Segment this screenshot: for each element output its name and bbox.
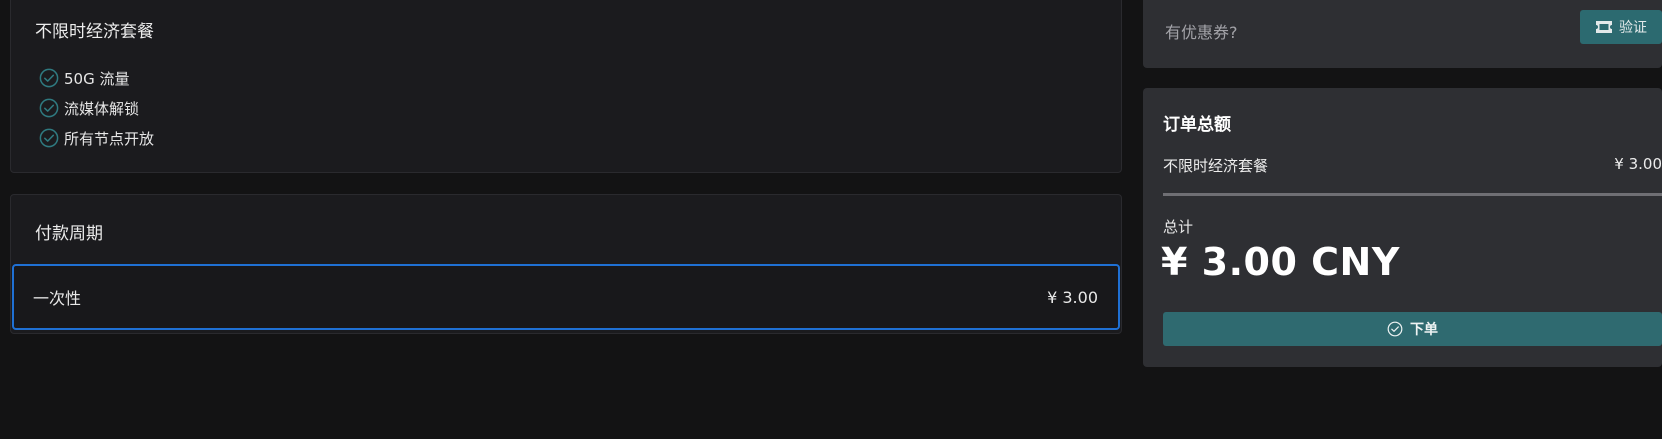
summary-item-name: 不限时经济套餐 xyxy=(1163,157,1269,175)
plan-title: 不限时经济套餐 xyxy=(35,22,154,42)
period-option-label: 一次性 xyxy=(33,289,82,308)
plan-card: 不限时经济套餐 50G 流量 流媒体解锁 所有节点开放 xyxy=(10,0,1122,173)
coupon-card: 验证 xyxy=(1143,0,1662,68)
order-summary-card: 订单总额 不限时经济套餐 ¥ 3.00 总计 ¥ 3.00 CNY 下单 xyxy=(1143,88,1662,367)
feature-item: 所有节点开放 xyxy=(39,123,154,153)
order-summary-title: 订单总额 xyxy=(1163,115,1231,135)
place-order-label: 下单 xyxy=(1410,322,1438,338)
total-label: 总计 xyxy=(1163,218,1194,236)
coupon-input[interactable] xyxy=(1163,16,1547,48)
verify-button[interactable]: 验证 xyxy=(1580,10,1662,44)
period-option-one-time[interactable]: 一次性 ¥ 3.00 xyxy=(12,264,1120,330)
feature-list: 50G 流量 流媒体解锁 所有节点开放 xyxy=(39,63,154,153)
summary-item-price: ¥ 3.00 xyxy=(1614,155,1662,173)
verify-button-label: 验证 xyxy=(1619,20,1647,36)
feature-item: 流媒体解锁 xyxy=(39,93,154,123)
summary-line-item: 不限时经济套餐 ¥ 3.00 xyxy=(1163,155,1662,176)
payment-period-title: 付款周期 xyxy=(35,224,103,244)
feature-label: 所有节点开放 xyxy=(64,129,155,148)
feature-label: 50G 流量 xyxy=(64,69,130,88)
summary-divider xyxy=(1163,193,1662,196)
period-option-price: ¥ 3.00 xyxy=(1047,287,1098,307)
ticket-icon xyxy=(1596,21,1612,33)
payment-period-card: 付款周期 一次性 ¥ 3.00 xyxy=(10,194,1122,334)
total-amount: ¥ 3.00 CNY xyxy=(1161,240,1400,284)
check-circle-icon xyxy=(1387,321,1403,337)
check-circle-icon xyxy=(39,128,59,148)
check-circle-icon xyxy=(39,68,59,88)
feature-item: 50G 流量 xyxy=(39,63,154,93)
check-circle-icon xyxy=(39,98,59,118)
place-order-button[interactable]: 下单 xyxy=(1163,312,1662,346)
feature-label: 流媒体解锁 xyxy=(64,99,140,118)
